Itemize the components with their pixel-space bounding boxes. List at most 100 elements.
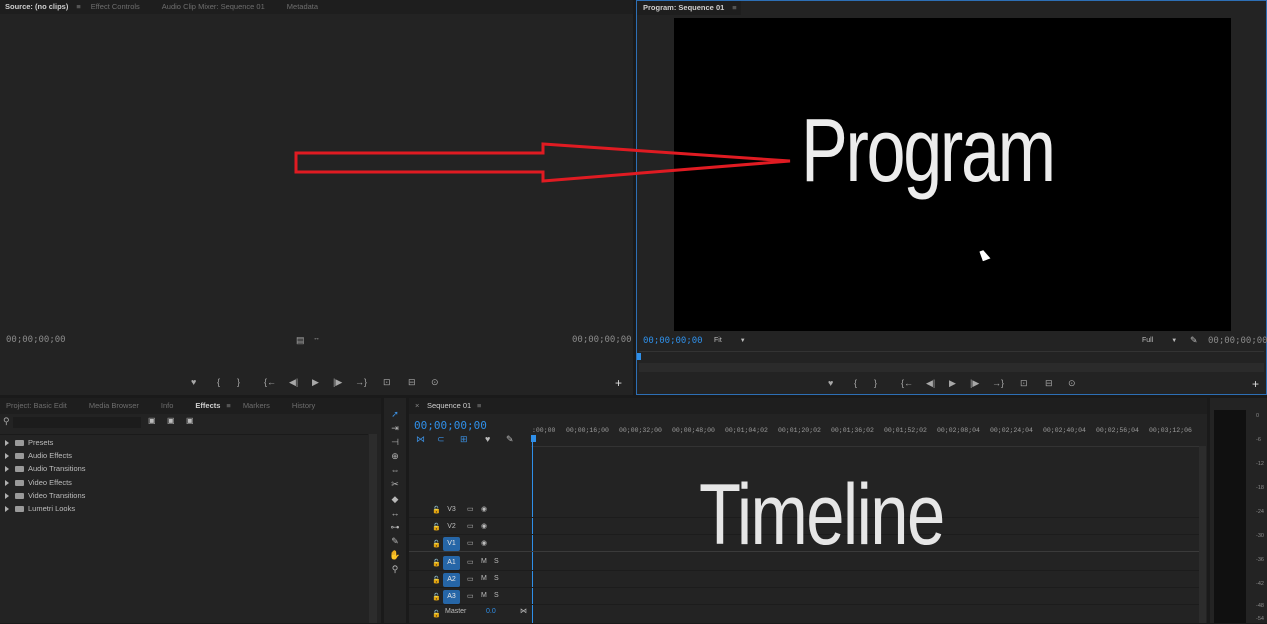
slip-tool-icon[interactable]: ◆ xyxy=(389,493,401,505)
lock-icon[interactable]: 🔓 xyxy=(432,593,441,601)
mute-button[interactable]: M xyxy=(481,575,487,582)
expand-icon[interactable] xyxy=(5,506,9,513)
timeline-vertical-scrollbar[interactable] xyxy=(1199,446,1206,623)
meter-scale-label: 0 xyxy=(1256,413,1260,419)
lock-icon[interactable]: 🔓 xyxy=(432,559,441,567)
32bit-effects-icon[interactable]: ▣ xyxy=(167,416,175,425)
track-name[interactable]: V1 xyxy=(443,537,460,551)
tab-history[interactable]: History xyxy=(292,398,315,414)
meter-scale-label: -18 xyxy=(1256,485,1264,491)
track-name[interactable]: V2 xyxy=(443,520,460,534)
track-name[interactable]: V3 xyxy=(443,503,460,517)
meter-bar xyxy=(1214,410,1246,623)
accelerated-effects-icon[interactable]: ▣ xyxy=(148,416,156,425)
selection-tool-icon[interactable]: ➚ xyxy=(389,408,401,420)
ruler-label: 00;01;04;02 xyxy=(725,427,768,434)
timeline-timecode[interactable]: 00;00;00;00 xyxy=(414,419,487,432)
effects-panel: Project: Basic Edit Media Browser Info Effe… xyxy=(0,398,381,623)
mute-button[interactable]: M xyxy=(481,592,487,599)
tree-item-video-transitions[interactable]: Video Transitions xyxy=(5,490,85,502)
tab-info[interactable]: Info xyxy=(161,398,174,414)
lock-icon[interactable]: 🔓 xyxy=(432,540,441,548)
ripple-edit-tool-icon[interactable]: ⊣ xyxy=(389,436,401,448)
track-name[interactable]: A1 xyxy=(443,556,460,570)
eye-icon[interactable]: ◉ xyxy=(481,539,487,547)
meter-scale-label: -54 xyxy=(1256,616,1264,622)
magnifier-tool-icon[interactable]: ⚲ xyxy=(389,563,401,575)
hand-tool-icon[interactable]: ✎ xyxy=(389,535,401,547)
eye-icon[interactable]: ◉ xyxy=(481,505,487,513)
folder-icon xyxy=(15,453,24,460)
timeline-tab-menu-icon[interactable]: ≡ xyxy=(477,398,481,414)
eye-icon[interactable]: ◉ xyxy=(481,522,487,530)
effects-search-input[interactable] xyxy=(13,417,141,428)
tab-effects[interactable]: Effects xyxy=(195,398,220,414)
solo-button[interactable]: S xyxy=(494,575,499,582)
snap-icon[interactable]: ⋈ xyxy=(416,434,425,445)
close-icon[interactable]: × xyxy=(415,398,419,414)
track-name[interactable]: A3 xyxy=(443,590,460,604)
mute-button[interactable]: M xyxy=(481,558,487,565)
track-header-v3: 🔓 V3 ▭ ◉ xyxy=(410,503,530,518)
tab-media-browser[interactable]: Media Browser xyxy=(89,398,139,414)
effects-scrollbar[interactable] xyxy=(369,434,377,623)
track-header-master: 🔓 Master 0.0 ⋈ xyxy=(410,607,530,622)
rolling-edit-tool-icon[interactable]: ⊕ xyxy=(389,450,401,462)
lock-icon[interactable]: 🔓 xyxy=(432,576,441,584)
razor-tool-icon[interactable]: ✂ xyxy=(389,478,401,490)
expand-icon[interactable] xyxy=(5,466,9,473)
project-tabbar: Project: Basic Edit Media Browser Info Effe… xyxy=(0,398,381,414)
ruler-label: 00;02;40;04 xyxy=(1043,427,1086,434)
meter-scale-label: -6 xyxy=(1256,437,1261,443)
track-header-a1: 🔓 A1 ▭ M S xyxy=(410,556,530,571)
tab-markers[interactable]: Markers xyxy=(243,398,270,414)
nest-icon[interactable]: ⊞ xyxy=(460,434,468,445)
ruler-label: 00;02;08;04 xyxy=(937,427,980,434)
lock-icon[interactable]: 🔓 xyxy=(432,506,441,514)
tree-item-audio-transitions[interactable]: Audio Transitions xyxy=(5,463,86,475)
tree-label: Audio Effects xyxy=(28,451,73,460)
tab-project[interactable]: Project: Basic Edit xyxy=(6,398,67,414)
sync-lock-icon[interactable]: ▭ xyxy=(467,575,474,583)
sync-lock-icon[interactable]: ▭ xyxy=(467,539,474,547)
expand-icon[interactable] xyxy=(5,493,9,500)
solo-button[interactable]: S xyxy=(494,558,499,565)
ruler-label: 00;01;52;02 xyxy=(884,427,927,434)
sync-lock-icon[interactable]: ▭ xyxy=(467,558,474,566)
timeline-settings-icon[interactable]: ✎ xyxy=(506,434,514,445)
expand-icon[interactable] xyxy=(5,480,9,487)
sync-lock-icon[interactable]: ▭ xyxy=(467,592,474,600)
effects-tab-menu-icon[interactable]: ≡ xyxy=(226,398,230,414)
expand-icon[interactable] xyxy=(5,453,9,460)
rate-stretch-tool-icon[interactable]: ⇔ xyxy=(389,464,401,476)
ruler-label: 00;02;24;04 xyxy=(990,427,1033,434)
pen-tool-icon[interactable]: ⊶ xyxy=(389,521,401,533)
tree-item-presets[interactable]: Presets xyxy=(5,437,53,449)
expand-icon[interactable] xyxy=(5,440,9,447)
track-select-tool-icon[interactable]: ⇥ xyxy=(389,422,401,434)
tree-item-audio-effects[interactable]: Audio Effects xyxy=(5,450,72,462)
folder-icon xyxy=(15,466,24,473)
linked-selection-icon[interactable]: ⊂ xyxy=(437,434,445,445)
tab-sequence[interactable]: Sequence 01 xyxy=(427,398,471,414)
ruler-label: 00;00;48;00 xyxy=(672,427,715,434)
tree-item-video-effects[interactable]: Video Effects xyxy=(5,477,72,489)
lock-icon[interactable]: 🔓 xyxy=(432,523,441,531)
sync-lock-icon[interactable]: ▭ xyxy=(467,522,474,530)
track-name[interactable]: A2 xyxy=(443,573,460,587)
master-volume[interactable]: 0.0 xyxy=(486,608,496,615)
track-header-a2: 🔓 A2 ▭ M S xyxy=(410,573,530,588)
tree-item-lumetri-looks[interactable]: Lumetri Looks xyxy=(5,503,75,515)
master-end-icon[interactable]: ⋈ xyxy=(520,607,527,615)
meter-scale-label: -30 xyxy=(1256,533,1264,539)
sync-lock-icon[interactable]: ▭ xyxy=(467,505,474,513)
slide-tool-icon[interactable]: ↔ xyxy=(389,507,401,519)
solo-button[interactable]: S xyxy=(494,592,499,599)
lock-icon[interactable]: 🔓 xyxy=(432,610,441,618)
master-label: Master xyxy=(445,608,467,615)
zoom-tool-icon[interactable]: ✋ xyxy=(389,549,401,561)
add-marker-icon[interactable]: ♥ xyxy=(485,434,490,444)
meter-scale-label: -24 xyxy=(1256,509,1264,515)
yuv-effects-icon[interactable]: ▣ xyxy=(186,416,194,425)
timeline-playhead-marker[interactable] xyxy=(531,435,536,442)
